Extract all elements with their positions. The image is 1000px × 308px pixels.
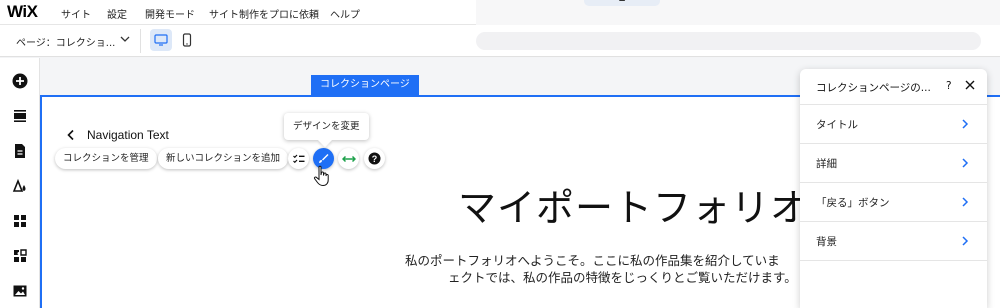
panel-row-details[interactable]: 詳細 xyxy=(800,144,987,183)
checklist-icon xyxy=(292,154,304,163)
menu-item-hire-pro[interactable]: サイト制作をプロに依頼 xyxy=(209,6,319,21)
section-tag[interactable]: コレクションページ xyxy=(311,75,419,95)
chevron-right-icon xyxy=(962,158,969,168)
stretch-arrows-icon xyxy=(341,155,356,162)
collection-settings-panel: コレクションページの... ? タイトル 詳細 「戻る」ボタン 背景 xyxy=(800,69,987,308)
top-right-area xyxy=(476,0,1000,25)
top-menu-bar: WiX サイト 設定 開発モード サイト制作をプロに依頼 ヘルプ ▲ xyxy=(0,0,1000,25)
desktop-view-button[interactable] xyxy=(150,29,172,51)
panel-row-title[interactable]: タイトル xyxy=(800,105,987,144)
menu-item-help[interactable]: ヘルプ xyxy=(330,6,360,21)
chevron-right-icon xyxy=(962,197,969,207)
svg-text:?: ? xyxy=(372,154,378,164)
toolbar-divider xyxy=(140,29,141,53)
media-icon[interactable] xyxy=(12,283,28,299)
menu-item-dev-mode[interactable]: 開発モード xyxy=(145,6,195,21)
panel-row-label: 詳細 xyxy=(816,158,837,170)
panel-row-label: 背景 xyxy=(816,236,837,248)
menu-item-settings[interactable]: 設定 xyxy=(107,6,127,21)
help-icon: ? xyxy=(368,152,381,165)
page-title[interactable]: マイポートフォリオ xyxy=(458,177,809,232)
apps-icon[interactable] xyxy=(12,213,28,229)
add-collection-button[interactable]: 新しいコレクションを追加 xyxy=(158,148,289,169)
navigation-text[interactable]: Navigation Text xyxy=(87,128,169,142)
chevron-right-icon xyxy=(962,236,969,246)
design-tooltip: デザインを変更 xyxy=(284,113,369,140)
chevron-right-icon xyxy=(962,119,969,129)
page-selector[interactable]: ページ：コレクショ... xyxy=(16,34,115,49)
panel-help-icon[interactable]: ? xyxy=(946,80,952,92)
panel-row-back-button[interactable]: 「戻る」ボタン xyxy=(800,183,987,222)
add-elements-icon[interactable] xyxy=(12,73,28,89)
paintbrush-icon xyxy=(319,154,329,163)
left-toolbar xyxy=(0,58,40,308)
pages-icon[interactable] xyxy=(12,143,28,159)
chevron-down-icon[interactable] xyxy=(119,33,131,45)
description-line-2[interactable]: ェクトでは、私の作品の特徴をじっくりとご覧いただけます。 xyxy=(448,267,797,286)
mobile-view-button[interactable] xyxy=(176,29,198,51)
checklist-button[interactable] xyxy=(288,148,309,169)
stretch-button[interactable] xyxy=(338,148,359,169)
manage-collection-button[interactable]: コレクションを管理 xyxy=(55,148,157,169)
panel-row-label: 「戻る」ボタン xyxy=(816,197,890,209)
hand-cursor-icon xyxy=(313,165,329,187)
collapse-toggle[interactable]: ▲ xyxy=(584,0,660,6)
close-icon[interactable] xyxy=(965,80,975,90)
business-apps-icon[interactable] xyxy=(12,248,28,264)
desktop-icon xyxy=(154,34,168,46)
add-section-icon[interactable] xyxy=(12,108,28,124)
panel-row-background[interactable]: 背景 xyxy=(800,222,987,261)
menu-item-site[interactable]: サイト xyxy=(61,6,91,21)
mobile-icon xyxy=(182,33,192,47)
caret-up-icon: ▲ xyxy=(619,0,625,2)
help-button[interactable]: ? xyxy=(364,148,385,169)
wix-logo[interactable]: WiX xyxy=(7,2,38,22)
panel-header: コレクションページの... ? xyxy=(800,69,987,105)
editor-toolbar: ページ：コレクショ... xyxy=(0,25,1000,57)
chevron-left-icon[interactable] xyxy=(66,129,76,141)
panel-row-label: タイトル xyxy=(816,119,858,131)
address-bar[interactable] xyxy=(476,32,981,50)
design-icon[interactable] xyxy=(12,178,28,194)
panel-title: コレクションページの... xyxy=(816,82,931,94)
